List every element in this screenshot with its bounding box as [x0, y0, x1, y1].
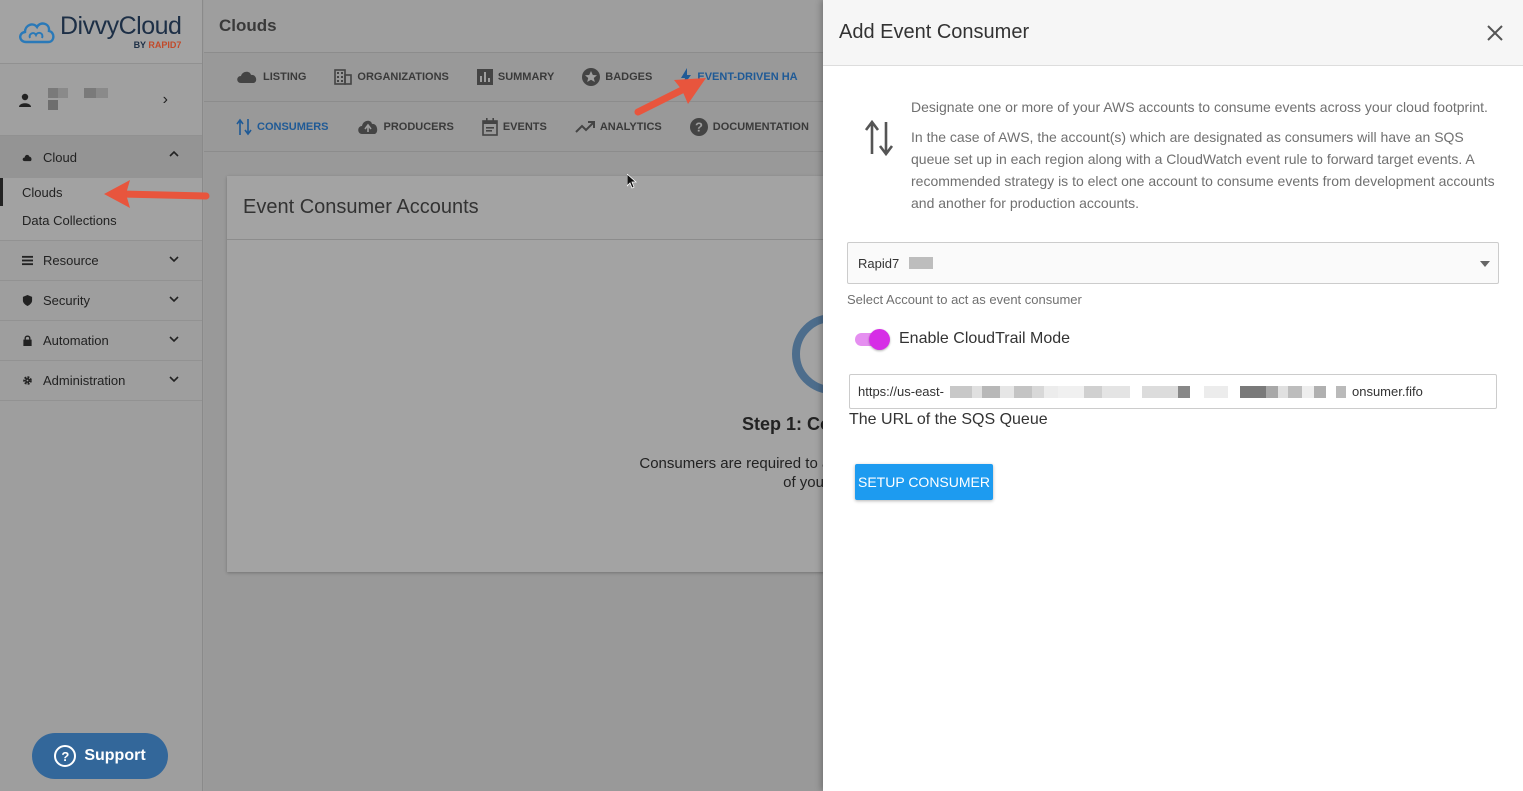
panel-description: Designate one or more of your AWS accoun… — [911, 96, 1501, 222]
tab-events[interactable]: EVENTS — [482, 117, 547, 136]
description-paragraph: Designate one or more of your AWS accoun… — [911, 99, 1488, 115]
tab-analytics[interactable]: ANALYTICS — [575, 120, 662, 134]
gear-icon — [23, 376, 32, 385]
sidebar-item-clouds[interactable]: Clouds — [0, 178, 202, 206]
toggle-thumb — [869, 329, 890, 350]
step-description-line: of you — [783, 474, 824, 491]
tab-label: DOCUMENTATION — [712, 120, 809, 133]
cloud-icon — [22, 154, 32, 161]
tab-label: BADGES — [605, 71, 653, 83]
trending-up-icon — [575, 120, 595, 133]
lock-icon — [23, 335, 32, 346]
cloudtrail-mode-label: Enable CloudTrail Mode — [899, 330, 1071, 347]
redacted-username — [44, 87, 114, 112]
chevron-right-icon[interactable]: › — [163, 91, 168, 109]
calendar-icon — [482, 117, 498, 136]
tab-label: CONSUMERS — [257, 120, 329, 133]
bar-chart-icon — [476, 69, 493, 85]
tab-label: ORGANIZATIONS — [357, 71, 449, 83]
cloud-icon — [237, 71, 257, 83]
tab-producers[interactable]: PRODUCERS — [357, 119, 454, 135]
card-title: Event Consumer Accounts — [227, 176, 847, 240]
tab-listing[interactable]: LISTING — [236, 70, 306, 84]
tab-label: PRODUCERS — [383, 120, 454, 133]
panel-header: Add Event Consumer — [823, 0, 1523, 66]
add-event-consumer-panel: Add Event Consumer Designate one or more… — [823, 0, 1523, 791]
sidebar-section-label: Security — [43, 293, 90, 308]
chevron-down-icon[interactable] — [168, 373, 180, 385]
cloudtrail-mode-toggle[interactable] — [855, 327, 891, 351]
support-button[interactable]: ? Support — [32, 733, 168, 779]
user-icon — [19, 93, 31, 107]
tab-label: LISTING — [263, 71, 307, 83]
redacted-account-id — [909, 257, 934, 269]
sidebar-section-security[interactable]: Security — [0, 281, 202, 321]
sidebar-section-automation[interactable]: Automation — [0, 321, 202, 361]
sidebar: DivvyCloud BY RAPID7 › Cloud Clouds Data… — [0, 0, 203, 791]
url-suffix: onsumer.fifo — [1351, 384, 1423, 399]
tab-badges[interactable]: BADGES — [582, 68, 652, 86]
divvycloud-logo[interactable]: DivvyCloud BY RAPID7 — [0, 0, 202, 64]
step-description-line: Consumers are required to agg — [639, 455, 847, 472]
sidebar-section-resource[interactable]: Resource — [0, 241, 202, 281]
question-icon: ? — [54, 745, 77, 767]
panel-title: Add Event Consumer — [839, 21, 1030, 43]
account-select-help: Select Account to act as event consumer — [847, 292, 1082, 307]
swap-vertical-icon — [236, 118, 252, 135]
sidebar-section-administration[interactable]: Administration — [0, 361, 202, 401]
sidebar-section-label: Administration — [43, 373, 126, 388]
tab-label: SUMMARY — [497, 71, 555, 83]
tab-label: EVENTS — [502, 120, 547, 133]
step-title: Step 1: Co — [742, 414, 832, 434]
account-select-value: Rapid7 — [858, 255, 900, 271]
close-icon[interactable] — [1483, 21, 1507, 45]
chevron-down-icon[interactable] — [168, 333, 180, 345]
swap-vertical-icon — [864, 119, 894, 157]
redacted-url-segment — [949, 385, 1346, 398]
logo-by: BY — [133, 39, 146, 50]
account-select[interactable]: Rapid7 — [847, 242, 1499, 284]
chevron-up-icon[interactable] — [168, 148, 180, 160]
chevron-down-icon[interactable] — [168, 293, 180, 305]
sqs-queue-url-label: The URL of the SQS Queue — [849, 411, 1048, 428]
sidebar-item-data-collections[interactable]: Data Collections — [0, 206, 202, 234]
list-icon — [22, 255, 33, 266]
svg-text:?: ? — [695, 119, 703, 134]
sqs-queue-url-input[interactable]: https://us-east- onsumer.fifo — [849, 374, 1497, 409]
tab-label: ANALYTICS — [599, 120, 662, 133]
sidebar-section-cloud[interactable]: Cloud — [0, 136, 202, 178]
cloud-logo-icon — [19, 21, 55, 43]
cloud-submenu: Clouds Data Collections — [0, 178, 202, 241]
setup-consumer-button[interactable]: SETUP CONSUMER — [855, 464, 993, 500]
description-paragraph: In the case of AWS, the account(s) which… — [911, 129, 1495, 211]
star-badge-icon — [582, 68, 601, 86]
logo-brand: RAPID7 — [148, 39, 182, 50]
lightning-icon — [681, 68, 692, 86]
help-circle-icon: ? — [689, 117, 708, 136]
support-label: Support — [84, 747, 146, 764]
tab-summary[interactable]: SUMMARY — [476, 69, 555, 85]
caret-down-icon — [1480, 261, 1490, 267]
event-consumer-accounts-card: Event Consumer Accounts Step 1: Co Consu… — [227, 176, 872, 572]
logo-text: DivvyCloud — [60, 11, 182, 40]
cloudtrail-mode-row: Enable CloudTrail Mode — [855, 327, 1070, 351]
mouse-cursor-icon — [627, 174, 637, 189]
shield-icon — [22, 295, 33, 306]
chevron-down-icon[interactable] — [168, 253, 180, 265]
building-icon — [334, 69, 353, 85]
tab-organizations[interactable]: ORGANIZATIONS — [334, 69, 449, 85]
tab-consumers[interactable]: CONSUMERS — [236, 118, 329, 136]
user-account-row[interactable]: › — [0, 64, 202, 136]
tab-documentation[interactable]: ? DOCUMENTATION — [689, 117, 809, 136]
tab-label: EVENT-DRIVEN HA — [697, 71, 798, 83]
sidebar-section-label: Automation — [43, 333, 109, 348]
cloud-upload-icon — [357, 120, 377, 134]
sidebar-section-label: Cloud — [43, 149, 77, 165]
url-prefix: https://us-east- — [858, 384, 944, 399]
logo-subtext: BY RAPID7 — [133, 39, 182, 50]
sidebar-section-label: Resource — [43, 253, 99, 268]
step-description: Consumers are required to agg of you — [613, 454, 847, 492]
tab-event-driven-harvesting[interactable]: EVENT-DRIVEN HA — [680, 68, 798, 86]
